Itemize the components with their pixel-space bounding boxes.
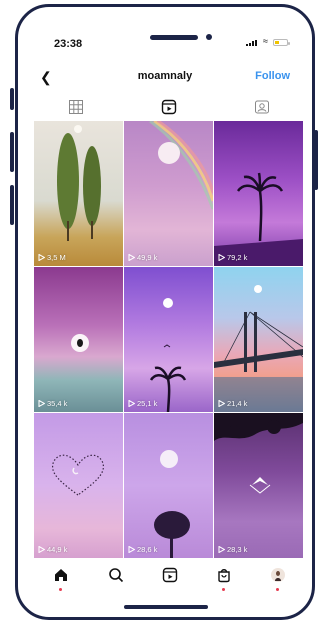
grid-icon <box>69 100 83 114</box>
view-count-text: 21,4 k <box>227 399 248 408</box>
view-count-text: 79,2 k <box>227 253 248 262</box>
heart-of-birds-image <box>52 454 104 496</box>
view-count-text: 28,3 k <box>227 545 248 554</box>
view-count: 21,4 k <box>218 399 247 408</box>
battery-icon <box>273 39 290 46</box>
reel-thumbnail[interactable]: 35,4 k <box>34 267 123 412</box>
shop-icon <box>218 569 230 583</box>
reel-thumbnail[interactable]: 28,6 k <box>124 413 213 558</box>
home-icon <box>55 569 67 581</box>
nav-home[interactable] <box>49 567 73 591</box>
notification-dot <box>276 588 279 591</box>
view-count-text: 49,9 k <box>137 253 158 262</box>
balloon-over-sea-image <box>71 334 89 352</box>
reel-thumbnail[interactable]: 21,4 k <box>214 267 303 412</box>
bridge-image <box>214 285 303 412</box>
follow-button[interactable]: Follow <box>255 70 290 82</box>
status-time: 23:38 <box>54 38 83 50</box>
camera-dot <box>206 34 212 40</box>
profile-avatar-icon <box>271 568 285 582</box>
notification-dot <box>222 588 225 591</box>
tab-tagged[interactable] <box>247 95 277 121</box>
view-count-text: 35,4 k <box>47 399 68 408</box>
reel-thumbnail[interactable]: 49,9 k <box>124 121 213 266</box>
reels-icon <box>161 99 177 115</box>
side-button-mid <box>10 132 14 172</box>
reel-thumbnail[interactable]: 79,2 k <box>214 121 303 266</box>
nav-reels[interactable] <box>158 567 182 591</box>
view-count: 35,4 k <box>38 399 67 408</box>
reel-thumbnail[interactable]: 3,5 M <box>34 121 123 266</box>
view-count: 28,3 k <box>218 545 247 554</box>
palm-and-moon-image <box>149 298 187 412</box>
leaves-and-bird-image <box>214 413 303 494</box>
side-button-top <box>10 88 14 110</box>
speaker-grille <box>150 35 198 40</box>
wifi-icon: ≈ <box>263 36 268 46</box>
view-count-text: 44,9 k <box>47 545 68 554</box>
search-icon <box>109 568 124 583</box>
view-count: 49,9 k <box>128 253 157 262</box>
tab-reels[interactable] <box>154 95 184 122</box>
reel-thumbnail[interactable]: 25,1 k <box>124 267 213 412</box>
view-count: 44,9 k <box>38 545 67 554</box>
cypress-trees-image <box>57 125 101 241</box>
view-count: 3,5 M <box>38 253 66 262</box>
palm-tree-image <box>214 172 303 266</box>
nav-search[interactable] <box>104 567 128 591</box>
reel-thumbnail[interactable]: 28,3 k <box>214 413 303 558</box>
reels-grid: 3,5 M 49,9 k 79,2 k 35,4 k 25,1 k 21,4 k… <box>34 121 304 559</box>
home-indicator[interactable] <box>124 605 208 609</box>
view-count-text: 3,5 M <box>47 253 66 262</box>
view-count: 25,1 k <box>128 399 157 408</box>
nav-shop[interactable] <box>212 567 236 591</box>
nav-profile[interactable] <box>266 567 290 591</box>
view-count: 79,2 k <box>218 253 247 262</box>
view-count-text: 28,6 k <box>137 545 158 554</box>
reels-icon <box>162 567 178 583</box>
phone-frame: 23:38 ≈ ❮ moamnaly Follow 3,5 M 49,9 k 7… <box>15 4 315 620</box>
profile-header: ❮ moamnaly Follow <box>18 65 312 89</box>
notification-dot <box>59 588 62 591</box>
rainbow-moon-image <box>149 121 213 210</box>
signal-icon <box>246 40 257 46</box>
view-count-text: 25,1 k <box>137 399 158 408</box>
content-tabs <box>18 95 312 122</box>
tagged-icon <box>255 100 269 114</box>
view-count: 28,6 k <box>128 545 157 554</box>
reel-thumbnail[interactable]: 44,9 k <box>34 413 123 558</box>
tree-and-moon-image <box>154 450 190 558</box>
tab-grid[interactable] <box>61 95 91 121</box>
status-bar: 23:38 ≈ <box>18 7 312 51</box>
bottom-navigation <box>18 563 312 599</box>
side-button-low <box>10 185 14 225</box>
